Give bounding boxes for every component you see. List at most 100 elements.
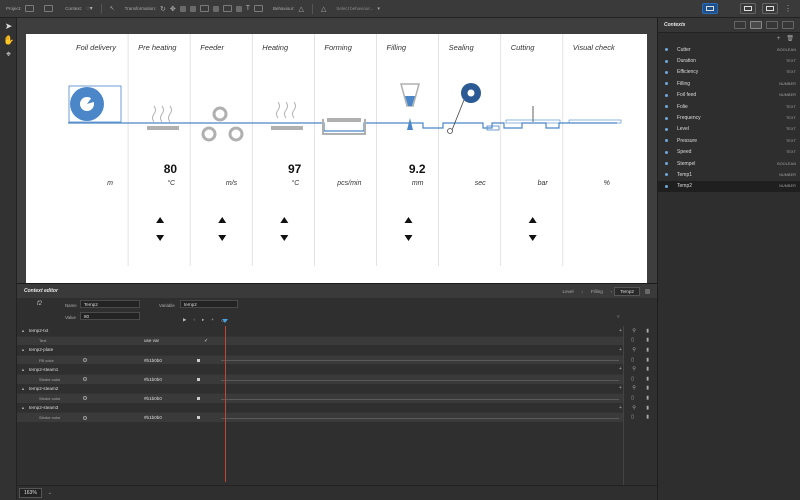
tab-shapes-icon[interactable] [766,21,778,29]
increase-arrow-icon[interactable] [404,217,413,223]
keyframe-track[interactable] [221,417,619,419]
camera-icon[interactable] [44,5,54,12]
timeline-property-row[interactable]: Stroke color #b1b0b0 [17,393,623,403]
add-icon[interactable]: + [619,405,622,411]
image-tool-icon[interactable] [254,5,264,12]
property-value[interactable]: #b1b0b0 [144,415,162,420]
fill-icon[interactable] [235,5,242,12]
move-icon[interactable]: ✥ [170,5,176,13]
check-icon[interactable]: ✓ [204,338,208,344]
decrease-arrow-icon[interactable] [218,235,227,241]
context-item[interactable]: Frequency TEXT [658,112,800,123]
decrease-arrow-icon[interactable] [156,235,165,241]
tab-list-icon[interactable] [734,21,746,29]
add-icon[interactable]: + [619,385,622,391]
color-swatch[interactable] [197,416,200,420]
desktop-view-button[interactable] [740,3,756,14]
expand-triangle-icon[interactable]: ▲ [17,347,29,352]
expand-triangle-icon[interactable]: ▲ [17,328,29,333]
keyframe-track[interactable] [221,398,619,400]
pointer-tool-icon[interactable]: ↖ [110,5,115,12]
breadcrumb-item-temp2[interactable]: Temp2 [614,286,640,296]
increase-arrow-icon[interactable] [156,217,165,223]
view-mode-button[interactable] [702,3,718,14]
crop-icon[interactable] [222,5,232,12]
chevron-down-icon[interactable]: ▾ [377,6,380,12]
expand-triangle-icon[interactable]: ▲ [17,367,29,372]
timeline-group-row[interactable]: ▲ temp2-steam3 [17,402,623,413]
decrease-arrow-icon[interactable] [528,235,537,241]
clock-icon[interactable] [83,415,87,420]
variable-field[interactable]: temp2 [180,300,238,308]
shape-icon[interactable]: △ [321,5,326,13]
context-item[interactable]: Speed TEXT [658,147,800,158]
zoom-chevron-icon[interactable]: ⌄ [48,490,52,496]
context-item[interactable]: Filling NUMBER [658,78,800,89]
add-icon[interactable]: + [619,347,622,353]
context-select-icon[interactable]: ◌▾ [86,5,93,12]
project-icon[interactable] [25,5,35,12]
increase-arrow-icon[interactable] [280,217,289,223]
timeline-property-row[interactable]: Stroke color #b1b0b0 [17,374,623,384]
context-item[interactable]: Cutter BOOLEAN [658,44,800,55]
collapse-icon[interactable] [645,288,650,294]
select-behaviour-dropdown[interactable]: Select behaviour... [336,6,373,11]
filter-icon[interactable]: ▿ [617,314,620,320]
name-field[interactable]: Temp2 [80,300,140,308]
playhead[interactable] [225,326,226,482]
increase-arrow-icon[interactable] [218,217,227,223]
zoom-level[interactable]: 163% [19,488,42,498]
breadcrumb-item-level[interactable]: Level [557,287,580,296]
playhead-handle[interactable] [222,319,228,323]
decrease-arrow-icon[interactable] [280,235,289,241]
timeline-group-row[interactable]: ▲ temp2-txt [17,326,623,336]
context-item[interactable]: Level TEXT [658,124,800,135]
frame-icon[interactable] [199,5,209,12]
property-value[interactable]: use var [144,338,159,343]
context-item[interactable]: Pressure TEXT [658,135,800,146]
context-item[interactable]: Efficiency TEXT [658,67,800,78]
split-view-button[interactable] [762,3,778,14]
expand-triangle-icon[interactable]: ▲ [17,386,29,391]
expand-triangle-icon[interactable]: ▲ [17,405,29,410]
add-context-icon[interactable]: + [777,36,781,42]
step-forward-icon[interactable]: ▸ [202,317,204,323]
rotate-icon[interactable]: ↻ [160,5,166,13]
tab-contexts-icon[interactable] [750,21,762,29]
property-value[interactable]: #b1b0b0 [144,396,162,401]
context-item[interactable]: Temp1 NUMBER [658,169,800,180]
breadcrumb-item-filling[interactable]: Filling [585,287,609,296]
add-icon[interactable]: + [619,366,622,372]
decrease-arrow-icon[interactable] [404,235,413,241]
hand-tool-icon[interactable]: ✋ [3,35,14,46]
context-item[interactable]: Folie TEXT [658,101,800,112]
delete-context-icon[interactable]: 🗑 [786,35,794,42]
property-value[interactable]: #b1b0b0 [144,358,162,363]
add-keyframe-icon[interactable]: + [211,317,214,323]
keyframe-track[interactable] [221,360,619,362]
play-icon[interactable]: ▶ [183,317,186,323]
design-canvas[interactable]: Foil delivery m Pre heating 80 °C Feeder m/s He… [17,18,657,286]
color-swatch[interactable] [197,377,200,381]
layer-icon[interactable] [189,5,196,12]
text-tool-icon[interactable]: T [246,5,250,12]
increase-arrow-icon[interactable] [528,217,537,223]
keyframe-track[interactable] [221,379,619,381]
timeline-group-row[interactable]: ▲ temp2-plate [17,345,623,355]
add-icon[interactable]: + [619,328,622,334]
node-tool-icon[interactable]: ⌖ [3,49,14,60]
color-swatch[interactable] [197,358,200,362]
context-item[interactable]: Foil feed NUMBER [658,90,800,101]
context-item[interactable]: Temp2 NUMBER [658,180,800,193]
more-options-icon[interactable]: ⋮ [784,4,792,13]
timeline-group-row[interactable]: ▲ temp2-steam1 [17,364,623,374]
step-back-icon[interactable]: ‹ [193,317,195,323]
select-tool-icon[interactable]: ➤ [3,21,14,32]
timeline-property-row[interactable]: Text use var ✓ [17,335,623,346]
context-item[interactable]: Duration TEXT [658,55,800,66]
arrange-icon[interactable] [212,5,219,12]
timeline-property-row[interactable]: Stroke color #b1b0b0 [17,412,623,422]
property-value[interactable]: #b1b0b0 [144,377,162,382]
timeline-group-row[interactable]: ▲ temp2-steam2 [17,383,623,394]
align-icon[interactable] [179,5,186,12]
